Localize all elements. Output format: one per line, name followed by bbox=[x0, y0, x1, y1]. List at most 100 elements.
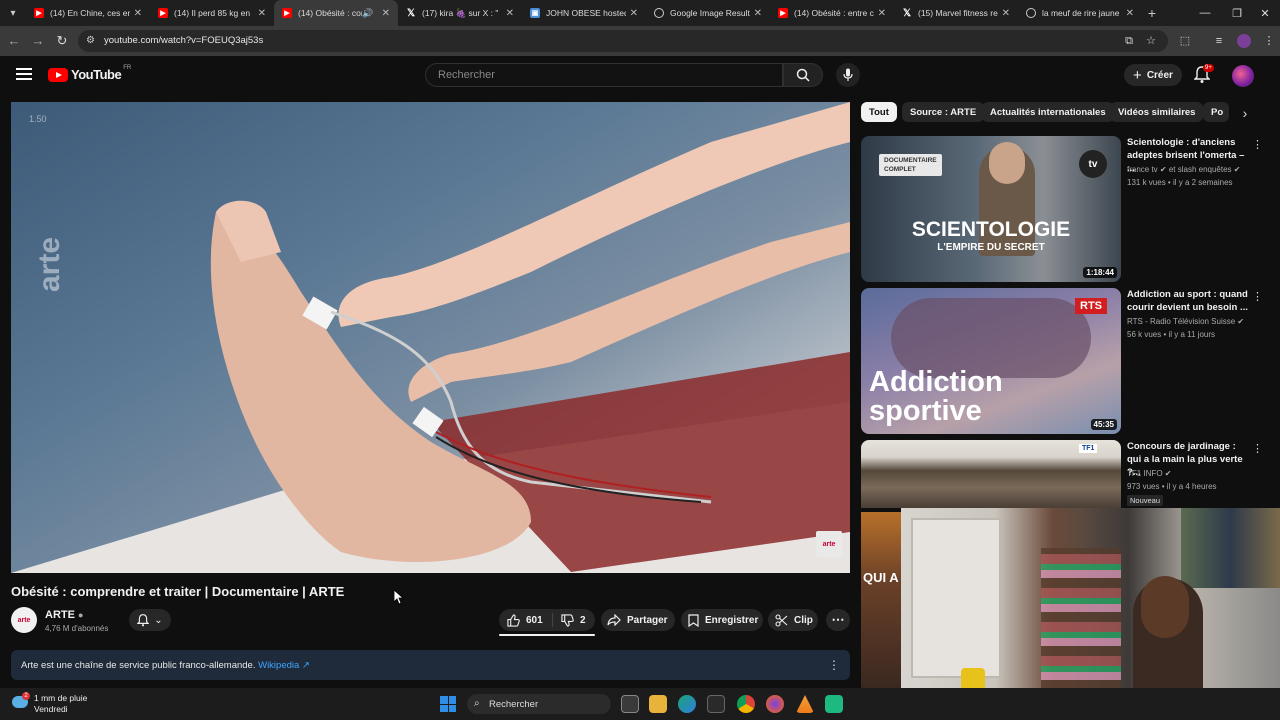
channel-name[interactable]: ARTE ● bbox=[45, 609, 83, 621]
x-icon: 𝕏 bbox=[902, 7, 912, 19]
save-button[interactable]: Enregistrer bbox=[681, 609, 763, 631]
windows-start-icon[interactable] bbox=[440, 696, 456, 712]
close-icon[interactable]: ✕ bbox=[1002, 8, 1010, 19]
forward-icon[interactable]: → bbox=[30, 33, 46, 49]
chevron-right-icon[interactable]: › bbox=[1236, 104, 1254, 122]
create-button[interactable]: + Créer bbox=[1124, 64, 1182, 86]
recommendation-channel[interactable]: TF1 INFO ✔ bbox=[1127, 469, 1171, 478]
close-icon[interactable]: ✕ bbox=[754, 8, 762, 19]
url-text: youtube.com/watch?v=FOEUQ3aj53s bbox=[104, 35, 264, 46]
chip-all[interactable]: Tout bbox=[861, 102, 897, 122]
search-icon bbox=[796, 68, 810, 82]
recommendation-item[interactable]: RTS Addiction sportive 45:35 Addiction a… bbox=[861, 288, 1263, 434]
video-thumbnail[interactable]: DOCUMENTAIRE COMPLET tv SCIENTOLOGIE L'EM… bbox=[861, 136, 1121, 282]
close-icon[interactable]: ✕ bbox=[630, 8, 638, 19]
recommendation-meta: 973 vues • il y a 4 heures bbox=[1127, 482, 1217, 491]
close-icon[interactable]: ✕ bbox=[1126, 8, 1134, 19]
bookmark-star-icon[interactable]: ☆ bbox=[1144, 34, 1158, 48]
extensions-icon[interactable]: ⬚ bbox=[1178, 34, 1192, 48]
thumbs-down-icon bbox=[561, 613, 574, 627]
partial-thumbnail[interactable]: QUI A bbox=[861, 512, 901, 688]
notifications-button[interactable]: 9+ bbox=[1193, 64, 1214, 86]
restore-icon[interactable]: ❐ bbox=[1222, 0, 1252, 26]
posters bbox=[1181, 508, 1280, 588]
back-icon[interactable]: ← bbox=[6, 33, 22, 49]
browser-tab[interactable]: 𝕏 (17) kira 🍇 sur X : " ✕ bbox=[398, 0, 522, 26]
store-icon[interactable] bbox=[707, 695, 725, 713]
search-button[interactable] bbox=[783, 63, 823, 87]
browser-tab[interactable]: la meuf de rire jaune ✕ bbox=[1018, 0, 1142, 26]
recommendation-channel[interactable]: france tv ✔ et slash enquêtes ✔ bbox=[1127, 165, 1240, 174]
edge-icon[interactable] bbox=[678, 695, 696, 713]
app-icon[interactable] bbox=[825, 695, 843, 713]
browser-tab[interactable]: ▶ (14) En Chine, ces en ✕ bbox=[26, 0, 150, 26]
recommendation-title[interactable]: Addiction au sport : quand courir devien… bbox=[1127, 288, 1251, 314]
save-label: Enregistrer bbox=[705, 614, 759, 626]
taskbar-search[interactable]: ⌕ Rechercher bbox=[467, 694, 611, 714]
firefox-icon[interactable] bbox=[766, 695, 784, 713]
recommendation-item[interactable]: TF1 Concours de jardinage : qui a la mai… bbox=[861, 440, 1263, 508]
close-icon[interactable]: ✕ bbox=[506, 8, 514, 19]
chip-similar-videos[interactable]: Vidéos similaires bbox=[1110, 102, 1204, 122]
search-input[interactable] bbox=[426, 64, 782, 86]
browser-menu-icon[interactable]: ⋮ bbox=[1262, 34, 1276, 48]
task-view-icon[interactable] bbox=[621, 695, 639, 713]
more-vert-icon[interactable]: ⋮ bbox=[1252, 442, 1263, 455]
close-icon[interactable]: ✕ bbox=[382, 8, 390, 19]
tab-title: (17) kira 🍇 sur X : " bbox=[422, 7, 499, 18]
clip-button[interactable]: Clip bbox=[768, 609, 818, 631]
voice-search-button[interactable] bbox=[836, 63, 860, 87]
tab-title: (14) En Chine, ces en bbox=[50, 8, 130, 18]
chip-partial[interactable]: Po bbox=[1203, 102, 1229, 122]
close-icon[interactable]: ✕ bbox=[878, 8, 886, 19]
file-explorer-icon[interactable] bbox=[649, 695, 667, 713]
browser-tab[interactable]: ▶ (14) Obésité : entre c ✕ bbox=[770, 0, 894, 26]
share-button[interactable]: Partager bbox=[601, 609, 675, 631]
speaker-icon[interactable]: 🔊 bbox=[362, 8, 373, 19]
video-thumbnail[interactable]: RTS Addiction sportive 45:35 bbox=[861, 288, 1121, 434]
search-box[interactable] bbox=[425, 63, 783, 87]
subscription-bell-button[interactable]: ⌄ bbox=[129, 609, 171, 631]
dislike-button[interactable]: 2 bbox=[553, 613, 586, 627]
browser-tab-active[interactable]: ▶ (14) Obésité : com 🔊 ✕ bbox=[274, 0, 398, 26]
account-avatar[interactable] bbox=[1232, 65, 1254, 87]
site-info-icon[interactable]: ⚙ bbox=[86, 35, 98, 47]
recommendation-channel[interactable]: RTS - Radio Télévision Suisse ✔ bbox=[1127, 317, 1244, 326]
thumb-tag-line2: COMPLET bbox=[884, 166, 916, 173]
browser-tab[interactable]: 𝕏 (15) Marvel fitness re ✕ bbox=[894, 0, 1018, 26]
chrome-icon[interactable] bbox=[737, 695, 755, 713]
video-thumbnail[interactable]: TF1 bbox=[861, 440, 1121, 508]
youtube-header: YouTube FR + Créer 9+ bbox=[0, 56, 1280, 96]
browser-tab[interactable]: Google Image Result ✕ bbox=[646, 0, 770, 26]
close-icon[interactable]: ✕ bbox=[258, 8, 266, 19]
youtube-logo[interactable]: YouTube FR bbox=[48, 65, 131, 82]
browser-tab[interactable]: ▣ JOHN OBESE hosted ✕ bbox=[522, 0, 646, 26]
recommendation-meta: 131 k vues • il y a 2 semaines bbox=[1127, 178, 1233, 187]
video-player[interactable]: 1.50 arte arte bbox=[11, 102, 850, 573]
minimize-icon[interactable]: — bbox=[1190, 0, 1220, 26]
more-vert-icon[interactable]: ⋮ bbox=[828, 658, 840, 672]
more-vert-icon[interactable]: ⋮ bbox=[1252, 138, 1263, 151]
wikipedia-link[interactable]: Wikipedia ↗ bbox=[258, 660, 310, 671]
cast-icon[interactable]: ⧉ bbox=[1122, 34, 1136, 48]
menu-icon[interactable] bbox=[16, 68, 32, 82]
playback-speed-label: 1.50 bbox=[29, 114, 47, 124]
tab-search-menu-icon[interactable]: ▾ bbox=[0, 0, 26, 26]
channel-watermark-badge[interactable]: arte bbox=[816, 531, 842, 557]
channel-avatar[interactable]: arte bbox=[11, 607, 37, 633]
vlc-icon[interactable] bbox=[796, 695, 814, 713]
more-actions-icon[interactable]: ⋯ bbox=[826, 609, 850, 631]
chip-international-news[interactable]: Actualités internationales bbox=[982, 102, 1114, 122]
recommendation-item[interactable]: DOCUMENTAIRE COMPLET tv SCIENTOLOGIE L'EM… bbox=[861, 136, 1263, 282]
media-controls-icon[interactable]: ≡ bbox=[1212, 34, 1226, 48]
like-button[interactable]: 601 bbox=[507, 613, 553, 627]
more-vert-icon[interactable]: ⋮ bbox=[1252, 290, 1263, 303]
new-tab-button[interactable]: + bbox=[1142, 5, 1162, 21]
browser-tab[interactable]: ▶ (14) Il perd 85 kg en ✕ bbox=[150, 0, 274, 26]
address-bar[interactable]: ⚙ youtube.com/watch?v=FOEUQ3aj53s bbox=[78, 30, 1168, 52]
reload-icon[interactable]: ↻ bbox=[54, 33, 70, 49]
close-icon[interactable]: ✕ bbox=[134, 8, 142, 19]
chip-source-arte[interactable]: Source : ARTE bbox=[902, 102, 985, 122]
window-close-icon[interactable]: ✕ bbox=[1250, 0, 1280, 26]
profile-icon[interactable] bbox=[1237, 34, 1251, 48]
